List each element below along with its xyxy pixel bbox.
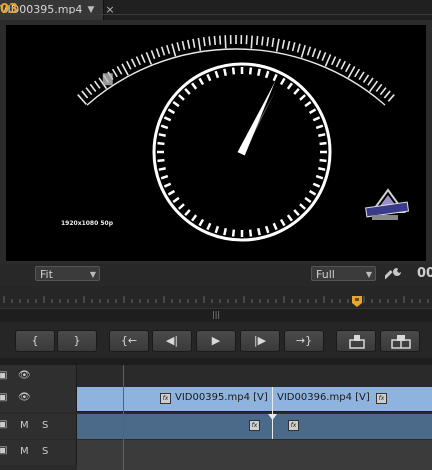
fx-badge-icon[interactable]: fx xyxy=(376,393,387,404)
resolution-label: 1920x1080 50p xyxy=(61,220,114,227)
video-clip-track[interactable]: fx VID00395.mp4 [V] VID00396.mp4 [V] fx xyxy=(77,387,432,411)
logo-icon xyxy=(365,188,410,220)
playhead-line[interactable] xyxy=(123,365,124,470)
go-to-out-button[interactable]: →} xyxy=(284,330,324,352)
track-header-a2: ▣ M S xyxy=(0,440,77,465)
edit-point-marker-icon xyxy=(268,414,277,420)
mute-button[interactable]: M xyxy=(20,420,29,431)
resolution-select-value: Full xyxy=(316,268,335,281)
track-target-icon[interactable]: ▣ xyxy=(0,392,7,403)
lift-button[interactable] xyxy=(336,330,376,352)
eye-icon[interactable]: 👁 xyxy=(18,392,31,403)
extract-icon xyxy=(391,335,411,349)
go-to-in-button[interactable]: {← xyxy=(109,330,149,352)
track-target-icon[interactable]: ▣ xyxy=(0,419,7,430)
mark-in-button[interactable]: { xyxy=(15,330,55,352)
audio-clip-track[interactable]: fx fx xyxy=(77,414,432,439)
ruler-baseline xyxy=(0,14,432,15)
step-forward-button[interactable]: |▶ xyxy=(240,330,280,352)
mark-out-button[interactable]: } xyxy=(57,330,97,352)
clip-label: VID00396.mp4 [V] xyxy=(277,392,370,403)
dial-needle xyxy=(237,81,276,156)
play-button[interactable]: ▶ xyxy=(196,330,236,352)
chevron-down-icon: ▼ xyxy=(89,270,96,279)
zoom-select[interactable]: Fit ▼ xyxy=(35,266,100,281)
wrench-icon[interactable] xyxy=(385,266,403,284)
eye-icon[interactable]: 👁 xyxy=(18,370,31,381)
zoom-select-value: Fit xyxy=(40,268,53,281)
resolution-select[interactable]: Full ▼ xyxy=(311,266,376,281)
track-header-v1: ▣ 👁 xyxy=(0,387,77,412)
audio-track-2-area[interactable] xyxy=(77,440,432,470)
mute-button[interactable]: M xyxy=(20,446,29,457)
track-target-icon[interactable]: ▣ xyxy=(0,370,7,381)
duration-display: 00 xyxy=(417,266,432,281)
edit-point-line xyxy=(272,387,273,439)
chevron-down-icon: ▼ xyxy=(365,270,372,279)
track-header-a1: ▣ M S xyxy=(0,414,77,439)
solo-button[interactable]: S xyxy=(42,420,48,431)
step-back-button[interactable]: ◀| xyxy=(152,330,192,352)
timeline-header xyxy=(0,358,432,365)
lift-icon xyxy=(349,335,365,349)
scroll-grip-icon[interactable]: ||| xyxy=(212,310,220,319)
video-frame: 1920x1080 50p xyxy=(6,25,426,261)
extract-button[interactable] xyxy=(380,330,420,352)
close-icon[interactable]: × xyxy=(103,2,117,18)
playhead-marker-icon[interactable] xyxy=(352,296,362,307)
fx-badge-icon[interactable]: fx xyxy=(288,420,299,431)
fx-badge-icon[interactable]: fx xyxy=(160,393,171,404)
ruler-ticks xyxy=(3,296,429,303)
clip-label: VID00395.mp4 [V] xyxy=(175,392,268,403)
track-target-icon[interactable]: ▣ xyxy=(0,445,7,456)
solo-button[interactable]: S xyxy=(42,446,48,457)
fx-badge-icon[interactable]: fx xyxy=(249,420,260,431)
